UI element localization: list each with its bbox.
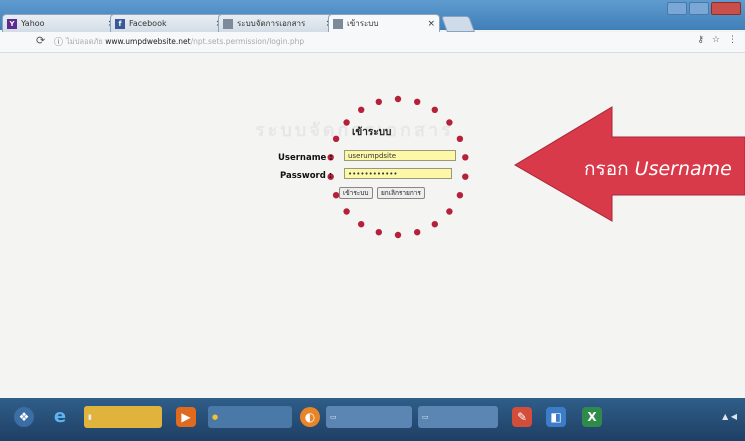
start-button[interactable]: ❖ — [14, 407, 34, 427]
folder-icon: ▮ — [88, 413, 92, 421]
paint-icon[interactable]: ✎ — [512, 407, 532, 427]
info-icon[interactable]: ⓘ — [54, 35, 63, 48]
callout-arrow — [514, 106, 745, 222]
excel-icon[interactable]: X — [582, 407, 602, 427]
taskbar-explorer[interactable]: ▮ — [84, 406, 162, 428]
page-icon — [333, 19, 343, 29]
tab-document-system[interactable]: ระบบจัดการเอกสาร × — [218, 14, 338, 32]
menu-icon[interactable]: ⋮ — [728, 35, 737, 45]
security-label: ไม่ปลอดภัย — [66, 37, 103, 46]
tab-label: Facebook — [129, 19, 167, 28]
tab-label: เข้าระบบ — [347, 19, 379, 28]
tab-yahoo[interactable]: Y Yahoo × — [2, 14, 120, 32]
browser-tab-strip: Y Yahoo × f Facebook × ระบบจัดการเอกสาร … — [0, 0, 745, 32]
page-icon — [223, 19, 233, 29]
media-icon[interactable]: ▶ — [176, 407, 196, 427]
chrome-icon: ● — [212, 413, 219, 421]
new-tab-button[interactable] — [441, 16, 475, 32]
tab-facebook[interactable]: f Facebook × — [110, 14, 228, 32]
minimize-button[interactable] — [667, 2, 687, 15]
toolbar-right: ⚷ ☆ ⋮ — [697, 35, 737, 45]
taskbar: ❖ e ▮ ▶ ● ◐ ▭ ▭ ✎ ◧ X ▲ ◀ — [0, 398, 745, 441]
page-content: ระบบจัดการเอกสาร เข้าระบบ Username : use… — [0, 53, 745, 398]
url-path: /npt.sets.permission/login.php — [190, 37, 305, 46]
close-icon[interactable]: × — [427, 15, 435, 32]
window-controls — [667, 2, 741, 15]
callout-text: กรอก Username — [584, 154, 732, 184]
key-icon[interactable]: ⚷ — [697, 35, 704, 45]
reload-icon[interactable]: ⟳ — [36, 34, 45, 47]
maximize-button[interactable] — [689, 2, 709, 15]
firefox-icon[interactable]: ◐ — [300, 407, 320, 427]
browser-toolbar: ⟳ ⓘ ไม่ปลอดภัย www.umpdwebsite.net/npt.s… — [0, 32, 745, 53]
app-icon[interactable]: ◧ — [546, 407, 566, 427]
tab-login[interactable]: เข้าระบบ × — [328, 14, 440, 32]
tab-label: Yahoo — [21, 19, 45, 28]
taskbar-chrome[interactable]: ● — [208, 406, 292, 428]
volume-icon[interactable]: ◀ — [731, 412, 737, 421]
yahoo-icon: Y — [7, 19, 17, 29]
star-icon[interactable]: ☆ — [712, 35, 720, 45]
taskbar-window-1[interactable]: ▭ — [326, 406, 412, 428]
callout-text-italic: Username — [634, 158, 732, 180]
tab-label: ระบบจัดการเอกสาร — [237, 19, 306, 28]
url-host: www.umpdwebsite.net — [105, 37, 191, 46]
facebook-icon: f — [115, 19, 125, 29]
network-icon[interactable]: ▲ — [722, 412, 728, 421]
close-window-button[interactable] — [711, 2, 741, 15]
screen: Y Yahoo × f Facebook × ระบบจัดการเอกสาร … — [0, 0, 745, 441]
window-icon: ▭ — [422, 413, 429, 421]
ie-icon[interactable]: e — [50, 407, 70, 427]
callout-text-thai: กรอก — [584, 158, 629, 180]
window-icon: ▭ — [330, 413, 337, 421]
system-tray: ▲ ◀ — [722, 412, 737, 421]
taskbar-window-2[interactable]: ▭ — [418, 406, 498, 428]
address-bar[interactable]: ไม่ปลอดภัย www.umpdwebsite.net/npt.sets.… — [66, 36, 304, 48]
